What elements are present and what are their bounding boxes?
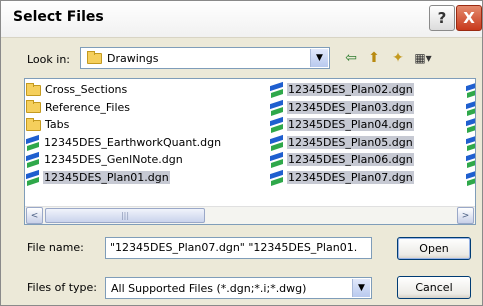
up-folder-icon[interactable]: ⬆ — [363, 48, 385, 68]
file-name: 12345DES_Plan02.dgn — [287, 83, 414, 96]
folder-item[interactable]: Reference_Files — [26, 100, 134, 116]
folder-icon — [26, 100, 41, 113]
chevron-down-icon[interactable]: ▼ — [352, 279, 370, 297]
file-name: 12345DES_Plan04.dgn — [287, 118, 414, 131]
folder-icon — [26, 117, 41, 131]
file-item[interactable]: 12345DES_GenlNote.dgn — [26, 152, 187, 168]
dgn-file-icon — [270, 136, 284, 150]
folder-icon — [87, 51, 102, 64]
file-item[interactable]: 12345DES_Plan06.dgn — [270, 152, 417, 168]
title-bar[interactable]: Select Files ? X — [1, 1, 482, 38]
file-item[interactable]: 12345DES_Plan04.dgn — [270, 117, 417, 133]
file-name: 12345DES_Plan06.dgn — [287, 153, 414, 166]
lookin-dropdown[interactable]: Drawings ▼ — [80, 47, 330, 69]
lookin-label: Look in: — [27, 53, 70, 66]
dgn-file-icon — [270, 171, 284, 185]
file-name: Reference_Files — [45, 100, 131, 114]
back-icon[interactable]: ⇦ — [340, 48, 362, 68]
close-icon: X — [463, 9, 475, 27]
views-menu-icon[interactable]: ▦▾ — [412, 48, 434, 68]
dgn-file-icon — [270, 153, 284, 167]
file-item[interactable]: 12345DES_EarthworkQuant.dgn — [26, 135, 225, 151]
dgn-file-icon[interactable] — [466, 118, 475, 132]
file-name: Tabs — [45, 118, 70, 131]
folder-item[interactable]: Tabs — [26, 117, 73, 133]
chevron-down-icon[interactable]: ▼ — [310, 49, 328, 67]
file-item[interactable]: 12345DES_Plan05.dgn — [270, 135, 417, 151]
select-files-dialog: Select Files ? X Look in: Drawings ▼ ⇦ ⬆… — [0, 0, 483, 306]
dgn-file-icon[interactable] — [466, 83, 475, 97]
file-item[interactable]: 12345DES_Plan03.dgn — [270, 100, 417, 116]
dgn-file-icon — [270, 83, 284, 97]
file-item[interactable]: 12345DES_Plan01.dgn — [26, 170, 173, 186]
file-name: 12345DES_Plan03.dgn — [287, 100, 414, 114]
dgn-file-icon[interactable] — [466, 136, 475, 150]
scroll-right-button[interactable]: > — [457, 207, 474, 224]
dgn-file-icon[interactable] — [466, 101, 475, 115]
file-list[interactable]: Cross_Sections Reference_Files Tabs 12345DE… — [24, 78, 476, 225]
file-name: 12345DES_Plan07.dgn — [287, 170, 414, 184]
grip-icon: ||| — [120, 211, 130, 220]
file-item[interactable]: 12345DES_Plan07.dgn — [270, 170, 417, 186]
filetype-dropdown[interactable]: All Supported Files (*.dgn;*.i;*.dwg) ▼ — [105, 277, 372, 299]
scroll-left-button[interactable]: < — [26, 207, 43, 224]
file-name: Cross_Sections — [45, 83, 128, 96]
new-folder-icon[interactable]: ✦ — [387, 48, 409, 68]
lookin-value: Drawings — [107, 52, 159, 65]
help-icon: ? — [437, 9, 447, 27]
file-name: 12345DES_Plan01.dgn — [43, 170, 170, 184]
file-name: 12345DES_GenlNote.dgn — [44, 153, 183, 166]
horizontal-scrollbar[interactable]: < ||| > — [25, 206, 475, 224]
close-button[interactable]: X — [456, 5, 482, 31]
file-item[interactable]: 12345DES_Plan02.dgn — [270, 82, 417, 98]
dgn-file-icon — [26, 171, 40, 185]
scroll-thumb[interactable]: ||| — [45, 208, 205, 223]
file-name: 12345DES_Plan05.dgn — [287, 135, 414, 149]
help-button[interactable]: ? — [429, 5, 455, 31]
dgn-file-icon — [270, 101, 284, 115]
dgn-file-icon[interactable] — [466, 171, 475, 185]
dialog-title: Select Files — [13, 9, 104, 25]
dgn-file-icon[interactable] — [466, 153, 475, 167]
open-button[interactable]: Open — [397, 237, 471, 260]
filetype-label: Files of type: — [27, 281, 98, 294]
cancel-button[interactable]: Cancel — [397, 276, 471, 299]
filetype-value: All Supported Files (*.dgn;*.i;*.dwg) — [111, 282, 307, 295]
arrow-right-icon: > — [461, 210, 470, 221]
dgn-file-icon — [26, 153, 40, 167]
arrow-left-icon: < — [30, 210, 39, 221]
dgn-file-icon — [270, 118, 284, 132]
folder-item[interactable]: Cross_Sections — [26, 82, 131, 98]
file-name: 12345DES_EarthworkQuant.dgn — [44, 135, 222, 149]
folder-icon — [26, 82, 41, 96]
dgn-file-icon — [26, 136, 40, 150]
filename-input[interactable]: "12345DES_Plan07.dgn" "12345DES_Plan01. — [105, 237, 372, 259]
filename-label: File name: — [27, 241, 84, 254]
